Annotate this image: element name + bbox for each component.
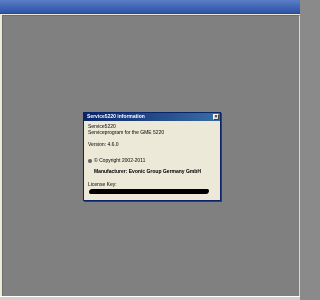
copyright-icon (88, 159, 92, 163)
dialog-body: Service5220 Serviceprogram for the GME 5… (88, 124, 216, 196)
copyright-row: © Copyright 2002-2011 (88, 158, 145, 164)
license-label: License Key: (88, 182, 117, 188)
version-text: Version: 4.6.0 (88, 142, 119, 148)
bottom-border (0, 296, 300, 300)
app-titlebar[interactable] (0, 0, 300, 14)
copyright-text: © Copyright 2002-2011 (94, 158, 146, 164)
dialog-title: Service5220 information (87, 114, 145, 120)
license-key-redacted (89, 189, 209, 194)
close-icon: × (214, 114, 218, 120)
close-button[interactable]: × (213, 114, 219, 120)
info-dialog: Service5220 information × Service5220 Se… (83, 112, 221, 201)
dialog-titlebar[interactable]: Service5220 information × (84, 113, 220, 121)
manufacturer-text: Manufacturer: Evonic Group Germany GmbH (94, 169, 201, 175)
description-text: Serviceprogram for the GME 5220 (88, 130, 165, 136)
